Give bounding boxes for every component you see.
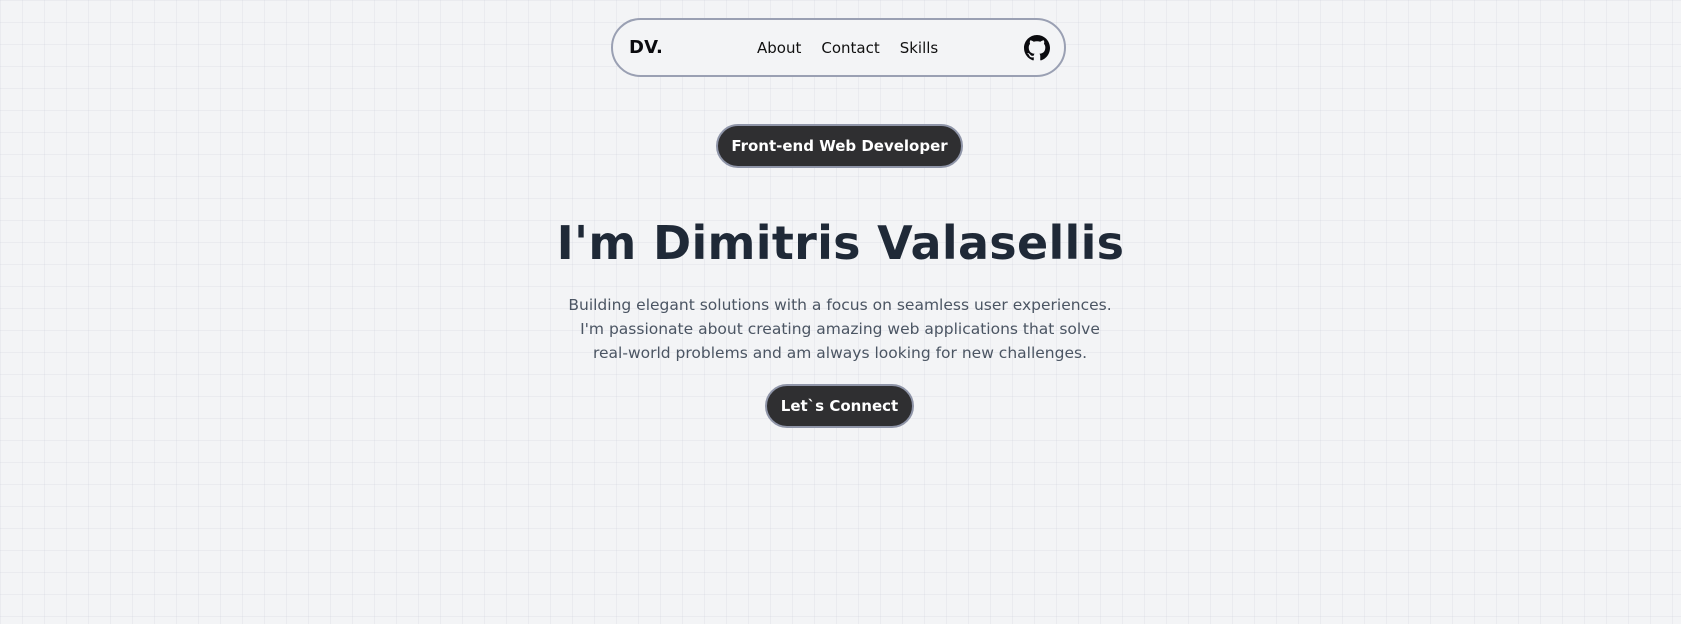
github-icon — [1024, 35, 1050, 61]
hero-title: I'm Dimitris Valasellis — [556, 216, 1125, 270]
hero-description: Building elegant solutions with a focus … — [560, 293, 1120, 365]
nav-link-about[interactable]: About — [757, 39, 801, 57]
role-badge-button[interactable]: Front-end Web Developer — [716, 124, 963, 168]
nav-link-skills[interactable]: Skills — [900, 39, 939, 57]
hero-description-line: I'm passionate about creating amazing we… — [580, 320, 1100, 338]
brand-logo[interactable]: DV. — [629, 20, 663, 75]
hero-description-line: Building elegant solutions with a focus … — [568, 296, 1112, 314]
hero-section: Front-end Web Developer I'm Dimitris Val… — [0, 0, 1681, 624]
github-link[interactable] — [1024, 35, 1050, 61]
navbar: DV. About Contact Skills — [611, 18, 1066, 77]
hero-description-line: real-world problems and am always lookin… — [592, 344, 1088, 362]
lets-connect-button[interactable]: Let`s Connect — [765, 384, 914, 428]
nav-links: About Contact Skills — [757, 20, 938, 75]
nav-link-contact[interactable]: Contact — [821, 39, 879, 57]
